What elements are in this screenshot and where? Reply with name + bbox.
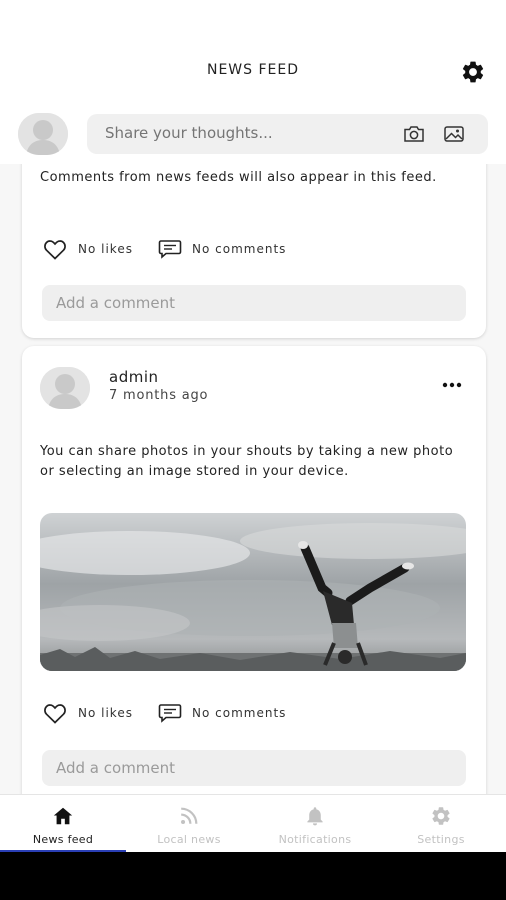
post-photo[interactable] — [40, 513, 466, 671]
heart-icon — [44, 240, 66, 260]
nav-label: Notifications — [278, 833, 352, 846]
likes-label: No likes — [78, 706, 133, 720]
author-avatar[interactable] — [40, 367, 90, 409]
rss-icon — [181, 807, 198, 824]
nav-item-settings[interactable]: Settings — [378, 795, 504, 853]
post-text: Comments from news feeds will also appea… — [40, 170, 437, 185]
bottom-nav: News feed Local news Notifications Setti… — [0, 794, 506, 853]
comments-label: No comments — [192, 706, 287, 720]
nav-item-notifications[interactable]: Notifications — [252, 795, 378, 853]
likes-label: No likes — [78, 242, 133, 256]
page-title: NEWS FEED — [206, 62, 300, 78]
home-icon — [53, 807, 73, 825]
nav-label: Local news — [157, 833, 221, 846]
bell-icon — [307, 807, 323, 826]
nav-label: News feed — [32, 833, 94, 846]
comments-button[interactable]: No comments — [158, 239, 286, 259]
post-card: Comments from news feeds will also appea… — [22, 150, 486, 338]
gear-icon[interactable] — [460, 59, 486, 85]
image-icon[interactable] — [443, 124, 465, 144]
nav-item-local-news[interactable]: Local news — [126, 795, 252, 853]
avatar — [18, 113, 68, 155]
nav-label: Settings — [417, 833, 465, 846]
camera-icon[interactable] — [403, 124, 425, 144]
heart-icon — [44, 704, 66, 724]
comment-input[interactable] — [42, 285, 466, 321]
author-name[interactable]: admin — [109, 368, 159, 386]
comments-label: No comments — [192, 242, 287, 256]
app: NEWS FEED Comments from news feeds will … — [0, 0, 506, 900]
more-options-icon[interactable] — [440, 376, 464, 394]
comment-input[interactable] — [42, 750, 466, 786]
share-input[interactable] — [105, 124, 385, 142]
system-nav-bar — [0, 852, 506, 900]
comment-icon — [158, 240, 182, 259]
share-box[interactable] — [87, 114, 488, 154]
post-text: You can share photos in your shouts by t… — [40, 444, 454, 479]
gear-icon — [432, 807, 450, 825]
comment-icon — [158, 704, 182, 723]
like-button[interactable]: No likes — [42, 238, 133, 260]
header: NEWS FEED — [0, 0, 506, 102]
post-timestamp: 7 months ago — [109, 388, 209, 403]
like-button[interactable]: No likes — [42, 702, 133, 724]
comments-button[interactable]: No comments — [158, 703, 286, 723]
composer — [0, 102, 506, 164]
nav-item-news-feed[interactable]: News feed — [0, 795, 126, 853]
post-card: admin 7 months ago You can share photos … — [22, 346, 486, 816]
